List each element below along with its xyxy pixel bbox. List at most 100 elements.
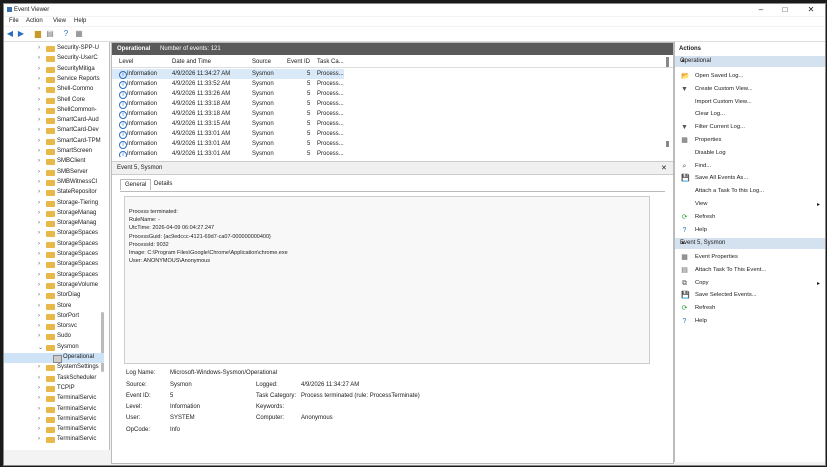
chevron-right-icon[interactable]: › (38, 189, 40, 195)
chevron-right-icon[interactable]: › (38, 117, 40, 123)
action-item[interactable]: View ▸ (675, 199, 825, 210)
action-item[interactable]: ▼ Filter Current Log... (675, 122, 825, 133)
chevron-right-icon[interactable]: › (38, 148, 40, 154)
chevron-right-icon[interactable]: › (38, 333, 40, 339)
action-item[interactable]: ⟳ Refresh (675, 303, 825, 314)
chevron-right-icon[interactable]: › (38, 169, 40, 175)
tree-item[interactable]: › Security-UserC (4, 54, 104, 64)
chevron-right-icon[interactable]: › (38, 55, 40, 61)
console-tree[interactable]: › Security-SPP-U › Security-UserC › SecurityM… (4, 42, 110, 450)
chevron-right-icon[interactable]: › (38, 303, 40, 309)
table-row[interactable]: i Information 4/9/2026 11:33:15 AM Sysmon 5 P… (112, 119, 673, 129)
tree-item[interactable]: › Service Reports (4, 75, 104, 85)
chevron-right-icon[interactable]: › (38, 416, 40, 422)
chevron-right-icon[interactable]: › (38, 426, 40, 432)
chevron-right-icon[interactable]: › (38, 97, 40, 103)
chevron-right-icon[interactable]: › (38, 323, 40, 329)
tree-item[interactable]: › StorageSpaces (4, 260, 104, 270)
close-event-icon[interactable]: ✕ (661, 164, 667, 172)
action-item[interactable]: ▦ Event Properties (675, 252, 825, 263)
chevron-right-icon[interactable]: › (38, 313, 40, 319)
chevron-right-icon[interactable]: › (38, 138, 40, 144)
action-item[interactable]: Import Custom View... (675, 97, 825, 108)
table-row[interactable]: i Information 4/9/2026 11:33:01 AM Sysmon 5 P… (112, 149, 673, 157)
chevron-right-icon[interactable]: › (38, 107, 40, 113)
tree-item[interactable]: › Shell-Commo (4, 85, 104, 95)
chevron-down-icon[interactable]: ⌄ (38, 344, 43, 351)
tree-item[interactable]: › Sudo (4, 332, 104, 342)
tree-item[interactable]: › SmartScreen (4, 147, 104, 157)
tab-general[interactable]: General (120, 179, 152, 190)
tree-item[interactable]: ⌄ Sysmon (4, 343, 104, 353)
tree-item[interactable]: › StorageSpaces (4, 240, 104, 250)
action-item[interactable]: Attach a Task To this Log... (675, 186, 825, 197)
tree-item[interactable]: › TCPIP (4, 384, 104, 394)
tree-item[interactable]: › Store (4, 302, 104, 312)
chevron-right-icon[interactable]: › (38, 66, 40, 72)
section-operational[interactable]: Operational ▲ (675, 56, 825, 67)
tree-item[interactable]: › Storsvc (4, 322, 104, 332)
back-arrow-icon[interactable]: ◀ (6, 30, 14, 38)
tree-item[interactable]: › SMBClient (4, 157, 104, 167)
close-window-button[interactable]: ✕ (798, 4, 824, 16)
chevron-right-icon[interactable]: › (38, 76, 40, 82)
tree-item[interactable]: › SecurityMitiga (4, 65, 104, 75)
action-item[interactable]: ? Help (675, 225, 825, 236)
table-row[interactable]: i Information 4/9/2026 11:33:18 AM Sysmon 5 P… (112, 109, 673, 119)
chevron-right-icon[interactable]: › (38, 158, 40, 164)
action-item[interactable]: Disable Log (675, 148, 825, 159)
chevron-right-icon[interactable]: › (38, 251, 40, 257)
chevron-right-icon[interactable]: › (38, 45, 40, 51)
action-item[interactable]: ▼ Create Custom View... (675, 84, 825, 95)
tree-item[interactable]: › SMBWitnessCl (4, 178, 104, 188)
section-event[interactable]: Event 5, Sysmon ▲ (675, 238, 825, 249)
tree-item[interactable]: › SmartCard-Aud (4, 116, 104, 126)
chevron-right-icon[interactable]: › (38, 261, 40, 267)
grid-scrollbar-arrow[interactable] (666, 141, 669, 147)
tree-item[interactable]: › TerminalServic (4, 394, 104, 404)
chevron-right-icon[interactable]: › (38, 200, 40, 206)
tree-item[interactable]: › Storage-Tiering (4, 199, 104, 209)
event-description[interactable]: Process terminated: RuleName: - UtcTime: 2… (124, 196, 650, 364)
chevron-right-icon[interactable]: › (38, 220, 40, 226)
chevron-right-icon[interactable]: › (38, 272, 40, 278)
grid-scrollbar-thumb[interactable] (666, 57, 669, 67)
action-item[interactable]: ? Help (675, 316, 825, 327)
col-date-time[interactable]: Date and Time (172, 59, 211, 65)
chevron-right-icon[interactable]: › (38, 375, 40, 381)
tree-item[interactable]: › TaskScheduler (4, 374, 104, 384)
menu-help[interactable]: Help (74, 18, 86, 24)
tree-item[interactable]: › TerminalServic (4, 415, 104, 425)
tree-item[interactable]: › StorageSpaces (4, 271, 104, 281)
chevron-right-icon[interactable]: › (38, 241, 40, 247)
action-item[interactable]: ⧉ Copy ▸ (675, 278, 825, 289)
tree-item[interactable]: › SystemSettings (4, 363, 104, 373)
tree-item[interactable]: › StorageVolume (4, 281, 104, 291)
col-level[interactable]: Level (119, 59, 133, 65)
chevron-right-icon[interactable]: › (38, 127, 40, 133)
table-row[interactable]: i Information 4/9/2026 11:33:52 AM Sysmon 5 P… (112, 79, 673, 89)
events-grid[interactable]: Level Date and Time Source Event ID Task… (112, 57, 673, 157)
action-item[interactable]: ⌕ Find... (675, 161, 825, 172)
chevron-right-icon[interactable]: › (38, 406, 40, 412)
tree-item[interactable]: › TerminalServic (4, 425, 104, 435)
chevron-right-icon[interactable]: › (38, 436, 40, 442)
tree-item[interactable]: › StorageManag (4, 219, 104, 229)
menu-action[interactable]: Action (26, 18, 43, 24)
tree-item[interactable]: › Security-SPP-U (4, 44, 104, 54)
forward-arrow-icon[interactable]: ▶ (17, 30, 25, 38)
menu-file[interactable]: File (9, 18, 19, 24)
action-item[interactable]: 💾 Save Selected Events... (675, 290, 825, 301)
action-item[interactable]: 📂 Open Saved Log... (675, 71, 825, 82)
action-item[interactable]: Clear Log... (675, 109, 825, 120)
tree-item[interactable]: › SmartCard-Dev (4, 126, 104, 136)
chevron-right-icon[interactable]: › (38, 86, 40, 92)
menu-view[interactable]: View (53, 18, 66, 24)
table-row[interactable]: i Information 4/9/2026 11:34:27 AM Sysmon 5 P… (112, 69, 344, 79)
chevron-right-icon[interactable]: › (38, 395, 40, 401)
chevron-right-icon[interactable]: › (38, 385, 40, 391)
action-item[interactable]: ▦ Properties (675, 135, 825, 146)
tree-item[interactable]: › TerminalServic (4, 435, 104, 445)
chevron-right-icon[interactable]: › (38, 230, 40, 236)
help-icon[interactable]: ? (62, 30, 70, 38)
